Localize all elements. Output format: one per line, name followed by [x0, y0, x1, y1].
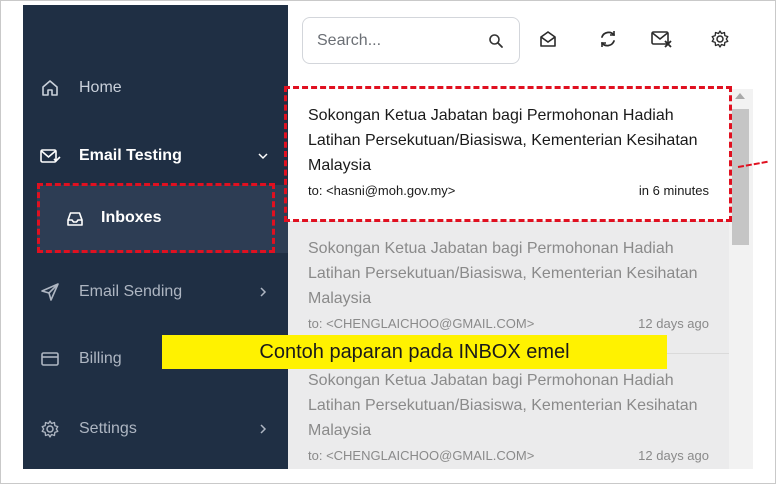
chevron-right-icon: [256, 285, 270, 299]
sidebar-item-label: Billing: [79, 350, 122, 367]
email-testing-icon: [38, 144, 62, 168]
scroll-up-arrow-icon[interactable]: [735, 93, 745, 99]
sidebar-item-home[interactable]: Home: [23, 61, 288, 115]
message-recipient: to: <CHENGLAICHOO@GMAIL.COM>: [308, 448, 535, 463]
annotation-caption: Contoh paparan pada INBOX emel: [162, 335, 667, 369]
sidebar-item-label: Email Sending: [79, 283, 183, 300]
message-time: 12 days ago: [638, 316, 709, 331]
mark-read-icon[interactable]: [534, 25, 562, 53]
sidebar-item-label: Settings: [79, 420, 137, 437]
highlight-first-message: [284, 86, 732, 222]
search-input[interactable]: [317, 28, 477, 54]
message-recipient: to: <CHENGLAICHOO@GMAIL.COM>: [308, 316, 535, 331]
message-subject: Sokongan Ketua Jabatan bagi Permohonan H…: [308, 372, 698, 439]
screenshot-frame: Home Email Testing Inboxes Email Sending: [0, 0, 776, 484]
sidebar-item-label: Email Testing: [79, 147, 182, 164]
gear-icon: [38, 417, 62, 441]
sidebar-item-email-sending[interactable]: Email Sending: [23, 265, 288, 319]
billing-icon: [38, 347, 62, 371]
search-icon[interactable]: [487, 32, 505, 50]
message-time: 12 days ago: [638, 448, 709, 463]
home-icon: [38, 76, 62, 100]
highlight-inboxes: [37, 183, 275, 253]
inbox-toolbar: [288, 5, 753, 89]
settings-icon[interactable]: [706, 25, 734, 53]
message-subject: Sokongan Ketua Jabatan bagi Permohonan H…: [308, 240, 698, 307]
search-box: [302, 17, 520, 64]
chevron-down-icon: [256, 149, 270, 163]
send-icon: [38, 280, 62, 304]
scrollbar-thumb[interactable]: [732, 109, 749, 245]
sidebar-item-label: Home: [79, 79, 122, 96]
clear-inbox-icon[interactable]: [648, 25, 676, 53]
message-list-item[interactable]: Sokongan Ketua Jabatan bagi Permohonan H…: [288, 354, 729, 469]
refresh-icon[interactable]: [594, 25, 622, 53]
sidebar-item-settings[interactable]: Settings: [23, 402, 288, 456]
chevron-right-icon: [256, 422, 270, 436]
sidebar-item-email-testing[interactable]: Email Testing: [23, 129, 288, 183]
